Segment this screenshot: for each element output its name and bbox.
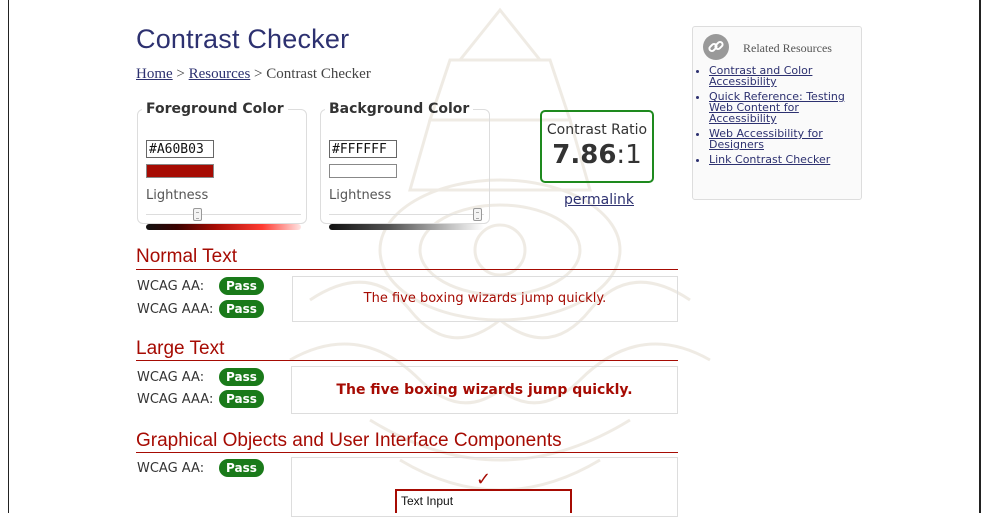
contrast-ratio-box: Contrast Ratio 7.86:1 <box>540 110 654 183</box>
related-link-link-contrast[interactable]: Link Contrast Checker <box>709 153 830 166</box>
related-resources-panel: Related Resources Contrast and Color Acc… <box>692 26 862 200</box>
normal-text-divider <box>136 269 678 270</box>
foreground-lightness-label: Lightness <box>146 188 209 203</box>
breadcrumb: Home > Resources > Contrast Checker <box>136 66 371 83</box>
foreground-hex-input[interactable] <box>146 140 214 158</box>
background-lightness-label: Lightness <box>329 188 392 203</box>
contrast-ratio-one: 1 <box>625 140 642 170</box>
permalink-link[interactable]: permalink <box>564 192 634 208</box>
large-aa-pass-badge: Pass <box>219 368 264 386</box>
large-text-divider <box>136 360 678 361</box>
background-hex-input[interactable] <box>329 140 397 158</box>
sample-text-input[interactable]: Text Input <box>395 489 572 513</box>
background-color-legend: Background Color <box>329 101 470 117</box>
graphical-aa-pass-badge: Pass <box>219 459 264 477</box>
background-color-panel: Background Color Lightness <box>320 101 490 230</box>
foreground-lightness-track <box>146 214 301 215</box>
foreground-lightness-gradient <box>146 224 301 230</box>
large-aa-label: WCAG AA: <box>137 370 205 385</box>
background-lightness-gradient <box>329 224 484 230</box>
list-item: Web Accessibility for Designers <box>709 128 859 150</box>
contrast-ratio-value: 7.86:1 <box>542 140 652 170</box>
normal-text-heading: Normal Text <box>136 246 238 267</box>
foreground-color-picker[interactable] <box>146 164 214 178</box>
normal-aaa-pass-badge: Pass <box>219 300 264 318</box>
background-lightness-track <box>329 214 484 215</box>
list-item: Contrast and Color Accessibility <box>709 65 859 87</box>
background-color-picker[interactable] <box>329 164 397 178</box>
large-text-sample: The five boxing wizards jump quickly. <box>291 366 678 414</box>
related-resources-title: Related Resources <box>743 41 832 55</box>
graphical-aa-label: WCAG AA: <box>137 461 205 476</box>
link-icon <box>703 34 729 60</box>
contrast-ratio-colon: : <box>616 140 626 170</box>
normal-aa-pass-badge: Pass <box>219 277 264 295</box>
graphical-objects-heading: Graphical Objects and User Interface Com… <box>136 430 562 451</box>
large-aaa-pass-badge: Pass <box>219 390 264 408</box>
checkmark-icon: ✓ <box>476 469 492 490</box>
foreground-color-legend: Foreground Color <box>146 101 284 117</box>
related-resources-list: Contrast and Color Accessibility Quick R… <box>693 65 859 169</box>
breadcrumb-separator: > <box>176 66 185 82</box>
foreground-lightness-slider[interactable] <box>193 208 202 221</box>
normal-aaa-label: WCAG AAA: <box>137 302 214 317</box>
background-lightness-slider[interactable] <box>473 208 482 221</box>
breadcrumb-separator: > <box>254 66 263 82</box>
breadcrumb-home-link[interactable]: Home <box>136 66 173 82</box>
page-title: Contrast Checker <box>136 24 350 54</box>
breadcrumb-resources-link[interactable]: Resources <box>189 66 251 82</box>
contrast-ratio-label: Contrast Ratio <box>546 122 648 138</box>
normal-text-sample: The five boxing wizards jump quickly. <box>292 276 678 322</box>
list-item: Link Contrast Checker <box>709 154 859 165</box>
breadcrumb-current: Contrast Checker <box>266 66 371 82</box>
foreground-color-panel: Foreground Color Lightness <box>137 101 307 230</box>
graphical-objects-divider <box>136 452 678 453</box>
contrast-ratio-number: 7.86 <box>552 140 617 170</box>
large-aaa-label: WCAG AAA: <box>137 392 214 407</box>
related-link-quick-reference[interactable]: Quick Reference: Testing Web Content for… <box>709 90 845 125</box>
related-link-contrast-color[interactable]: Contrast and Color Accessibility <box>709 64 812 88</box>
normal-aa-label: WCAG AA: <box>137 279 205 294</box>
large-text-heading: Large Text <box>136 338 225 359</box>
list-item: Quick Reference: Testing Web Content for… <box>709 91 859 124</box>
related-link-designers[interactable]: Web Accessibility for Designers <box>709 127 823 151</box>
